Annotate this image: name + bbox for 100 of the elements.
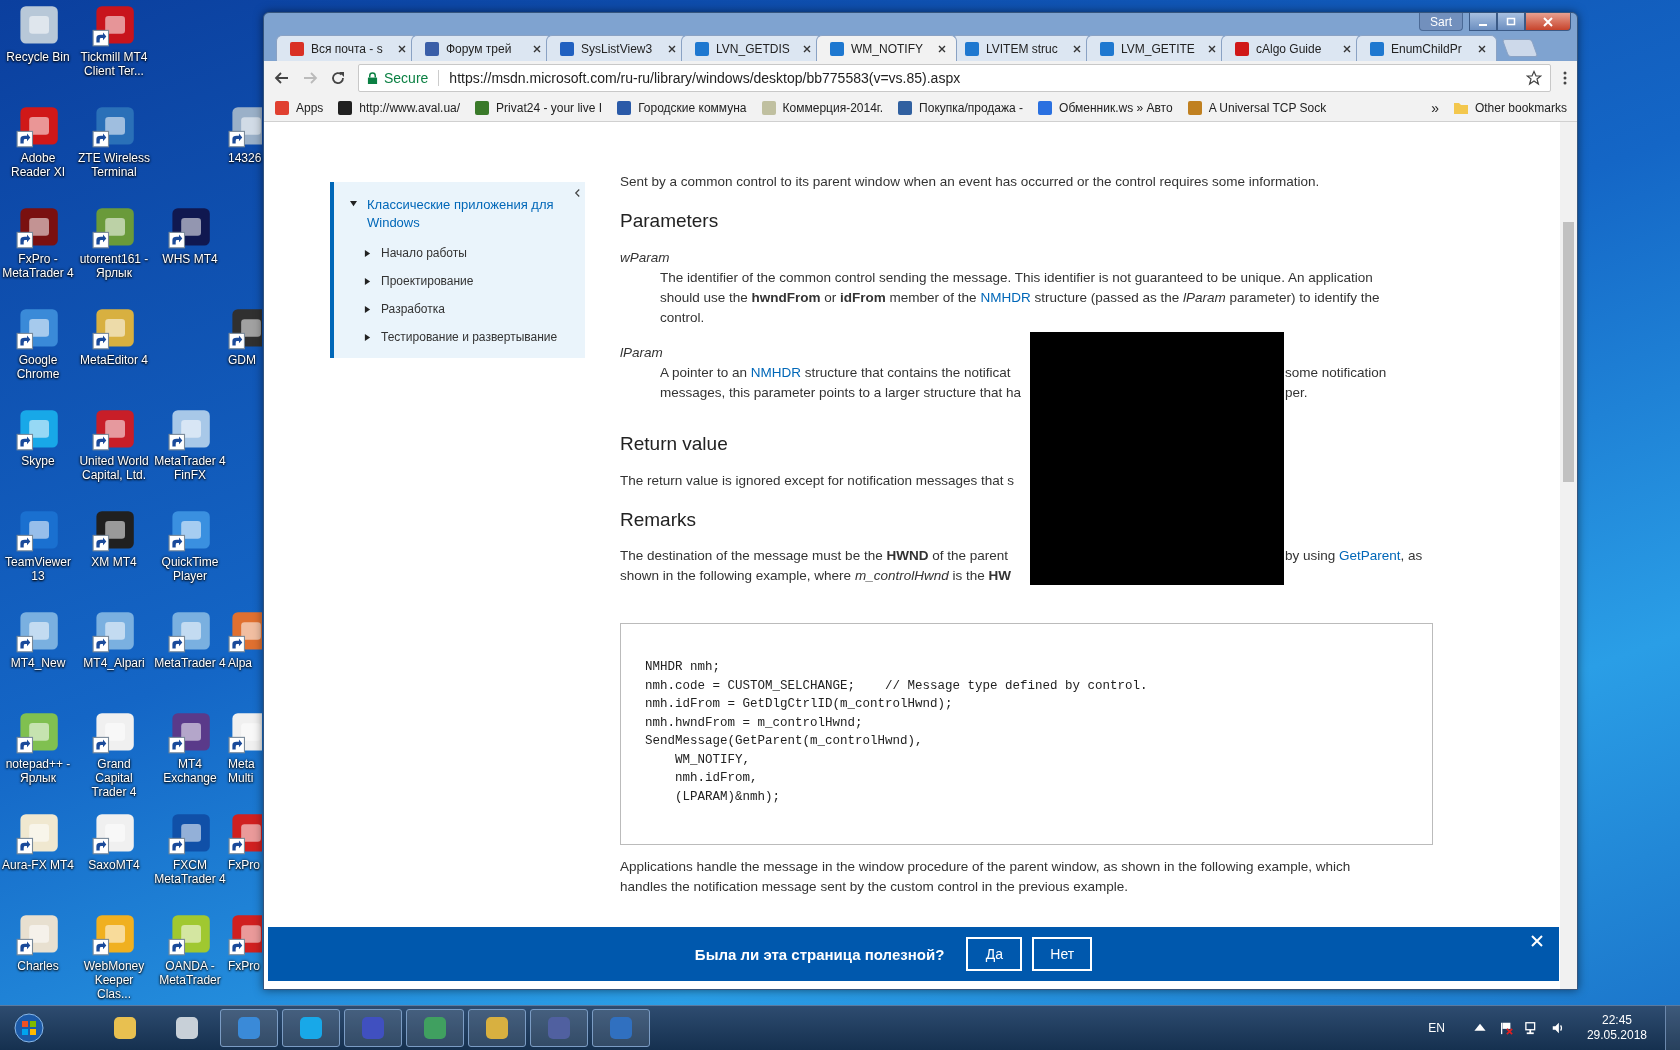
close-icon[interactable] [1207,43,1217,54]
close-icon[interactable] [1072,43,1082,54]
nmhdr-link[interactable]: NMHDR [750,365,802,380]
app-shortcut-icon[interactable] [168,711,212,755]
close-icon[interactable] [532,43,542,54]
close-icon[interactable] [802,43,812,54]
desktop-icon-label[interactable]: MetaTrader 4 [153,656,227,670]
desktop-icon-label[interactable]: SaxoMT4 [77,858,151,872]
bookmark-link[interactable]: Городские коммуна [616,100,747,116]
menu-icon[interactable] [1563,70,1567,86]
app-shortcut-icon[interactable] [228,812,262,856]
desktop-icon-label[interactable]: GDM [228,353,264,367]
desktop-icon-label[interactable]: MT4 Exchange [153,757,227,785]
desktop-icon-label[interactable]: ZTE Wireless Terminal [77,151,151,179]
bookmark-link[interactable]: http://www.aval.ua/ [337,100,461,116]
close-icon[interactable] [1342,43,1352,54]
scrollbar-thumb[interactable] [1563,222,1574,482]
desktop-icon-label[interactable]: WHS MT4 [153,252,227,266]
address-bar[interactable]: Secure https://msdn.microsoft.com/ru-ru/library/windows/desktop/bb775583(v=vs.85).aspx [358,64,1551,92]
app-shortcut-icon[interactable] [92,610,136,654]
close-icon[interactable] [667,43,677,54]
desktop-icon-label[interactable]: Aura-FX MT4 [1,858,75,872]
close-icon[interactable] [397,43,407,54]
getparent-link[interactable]: GetParent [1339,548,1401,563]
nav-item[interactable]: Проектирование [381,274,474,288]
app-shortcut-icon[interactable] [228,307,262,351]
close-icon[interactable] [937,43,947,54]
desktop-icon-label[interactable]: Recycle Bin [1,50,75,64]
desktop-icon-label[interactable]: Adobe Reader XI [1,151,75,179]
app-shortcut-icon[interactable] [16,307,60,351]
language-indicator[interactable]: EN [1428,1021,1445,1035]
feedback-button[interactable]: Нет [1032,937,1093,971]
app-shortcut-icon[interactable] [92,509,136,553]
desktop-icon-label[interactable]: QuickTime Player [153,555,227,583]
reload-icon[interactable] [330,70,346,86]
desktop-icon-label[interactable]: notepad++ - Ярлык [1,757,75,785]
app-shortcut-icon[interactable] [16,408,60,452]
desktop-icon-label[interactable]: United World Capital, Ltd. [77,454,151,482]
more-bookmarks-button[interactable]: » [1431,100,1439,116]
close-button[interactable] [1525,13,1571,31]
clock-date[interactable]: 29.05.2018 [1586,1028,1647,1043]
clock-time[interactable]: 22:45 [1601,1013,1632,1028]
desktop-icon-label[interactable]: OANDA - MetaTrader [153,959,227,987]
app-shortcut-icon[interactable] [92,408,136,452]
desktop-icon-label[interactable]: FXCM MetaTrader 4 [153,858,227,886]
desktop-icon-label[interactable]: 14326 [228,151,264,165]
bookmark-link[interactable]: A Universal TCP Sock [1186,100,1327,116]
feedback-button[interactable]: Да [966,937,1023,971]
desktop-icon-label[interactable]: Meta Multi [228,757,264,785]
maximize-button[interactable] [1497,13,1525,31]
app-shortcut-icon[interactable] [228,913,262,957]
chevron-left-icon[interactable] [574,188,581,198]
desktop-icon-label[interactable]: FxPro - MetaTrader 4 [1,252,75,280]
desktop-icon-label[interactable]: Google Chrome [1,353,75,381]
star-icon[interactable] [1526,70,1542,86]
volume-icon[interactable] [1550,1021,1565,1035]
desktop-icon-label[interactable]: Tickmill MT4 Client Ter... [77,50,151,78]
show-desktop-button[interactable] [1665,1005,1680,1050]
nav-item[interactable]: Начало работы [381,246,467,260]
browser-tab[interactable]: WM_NOTIFY [816,35,957,61]
app-shortcut-icon[interactable] [16,105,60,149]
desktop-icon-label[interactable]: Skype [1,454,75,468]
close-icon[interactable] [1477,43,1487,54]
app-shortcut-icon[interactable] [92,4,136,48]
bookmark-link[interactable]: Обменник.ws » Авто [1037,100,1173,116]
desktop-icon-label[interactable]: FxPro [228,858,264,872]
taskbar-button[interactable] [468,1009,526,1047]
minimize-button[interactable] [1469,13,1497,31]
app-shortcut-icon[interactable] [228,711,262,755]
desktop-icon-label[interactable]: utorrent161 - Ярлык [77,252,151,280]
bookmark-link[interactable]: Покупка/продажа - [897,100,1024,116]
app-shortcut-icon[interactable] [228,610,262,654]
browser-tab[interactable]: EnumChildPr [1356,35,1497,61]
nmhdr-link[interactable]: NMHDR [980,290,1031,305]
desktop-icon-label[interactable]: Grand Capital Trader 4 [77,757,151,799]
app-shortcut-icon[interactable] [92,105,136,149]
desktop-icon-label[interactable]: WebMoney Keeper Clas... [77,959,151,1001]
desktop-icon-label[interactable]: TeamViewer 13 [1,555,75,583]
desktop-icon-label[interactable]: MT4_Alpari [77,656,151,670]
desktop-icon-label[interactable]: Alpa [228,656,264,670]
app-shortcut-icon[interactable] [168,509,212,553]
desktop-icon-label[interactable]: MetaTrader 4 FinFX [153,454,227,482]
app-shortcut-icon[interactable] [168,408,212,452]
flag-icon[interactable] [1498,1021,1513,1035]
app-shortcut-icon[interactable] [168,206,212,250]
scrollbar[interactable] [1560,122,1577,989]
desktop-icon-label[interactable]: FxPro [228,959,264,973]
desktop-icon-label[interactable]: XM MT4 [77,555,151,569]
bookmark-link[interactable]: Apps [274,100,324,116]
app-shortcut-icon[interactable] [228,105,262,149]
bookmark-link[interactable]: Privat24 - your live I [474,100,603,116]
nav-item[interactable]: Разработка [381,302,445,316]
desktop-icon-label[interactable]: MetaEditor 4 [77,353,151,367]
desktop-icon-label[interactable]: Charles [1,959,75,973]
other-bookmarks-link[interactable]: Other bookmarks [1452,100,1567,116]
nav-item[interactable]: Тестирование и развертывание [381,330,558,344]
app-shortcut-icon[interactable] [92,307,136,351]
bookmark-link[interactable]: Коммерция-2014г. [760,100,884,116]
app-shortcut-icon[interactable] [168,812,212,856]
back-arrow-icon[interactable] [274,70,290,86]
